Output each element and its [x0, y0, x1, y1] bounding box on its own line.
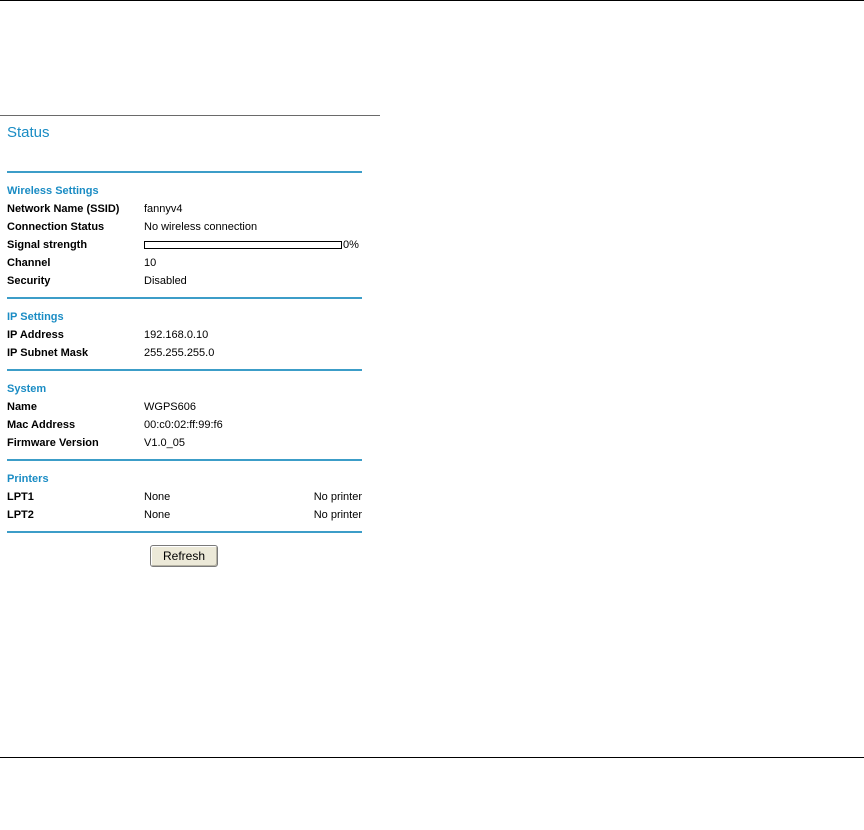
- section-divider: [7, 297, 362, 299]
- section-title-wireless: Wireless Settings: [7, 185, 99, 197]
- ssid-label: Network Name (SSID): [7, 203, 120, 215]
- refresh-button[interactable]: Refresh: [150, 545, 218, 567]
- section-divider: [7, 369, 362, 371]
- printer-lpt1-value: None: [144, 491, 171, 503]
- panel-top-line: [0, 115, 380, 116]
- section-divider: [7, 459, 362, 461]
- system-name-value: WGPS606: [144, 401, 196, 413]
- section-title-ip: IP Settings: [7, 311, 64, 323]
- signal-strength-percent: 0%: [343, 239, 359, 251]
- connection-status-value: No wireless connection: [144, 221, 258, 233]
- channel-label: Channel: [7, 257, 51, 269]
- ip-address-value: 192.168.0.10: [144, 329, 209, 341]
- page-top-rule: [0, 0, 864, 1]
- printer-lpt2-status: No printer: [313, 509, 362, 521]
- firmware-version-label: Firmware Version: [7, 437, 99, 449]
- section-divider: [7, 171, 362, 173]
- page-bottom-rule: [0, 757, 864, 758]
- printer-lpt1-status: No printer: [313, 491, 362, 503]
- printer-lpt2-value: None: [144, 509, 171, 521]
- section-title-printers: Printers: [7, 473, 49, 485]
- channel-value: 10: [144, 257, 157, 269]
- security-value: Disabled: [144, 275, 187, 287]
- connection-status-label: Connection Status: [7, 221, 105, 233]
- firmware-version-value: V1.0_05: [144, 437, 185, 449]
- subnet-mask-label: IP Subnet Mask: [7, 347, 89, 359]
- section-divider: [7, 531, 362, 533]
- security-label: Security: [7, 275, 51, 287]
- mac-address-value: 00:c0:02:ff:99:f6: [144, 419, 223, 431]
- page-title: Status: [7, 124, 50, 141]
- signal-strength-label: Signal strength: [7, 239, 88, 251]
- ssid-value: fannyv4: [144, 203, 183, 215]
- printer-lpt2-label: LPT2: [7, 509, 34, 521]
- subnet-mask-value: 255.255.255.0: [144, 347, 215, 359]
- system-name-label: Name: [7, 401, 37, 413]
- status-panel: Status Wireless Settings Network Name (S…: [0, 115, 380, 575]
- ip-address-label: IP Address: [7, 329, 64, 341]
- section-title-system: System: [7, 383, 47, 395]
- printer-lpt1-label: LPT1: [7, 491, 34, 503]
- mac-address-label: Mac Address: [7, 419, 76, 431]
- signal-strength-bar: [144, 241, 342, 249]
